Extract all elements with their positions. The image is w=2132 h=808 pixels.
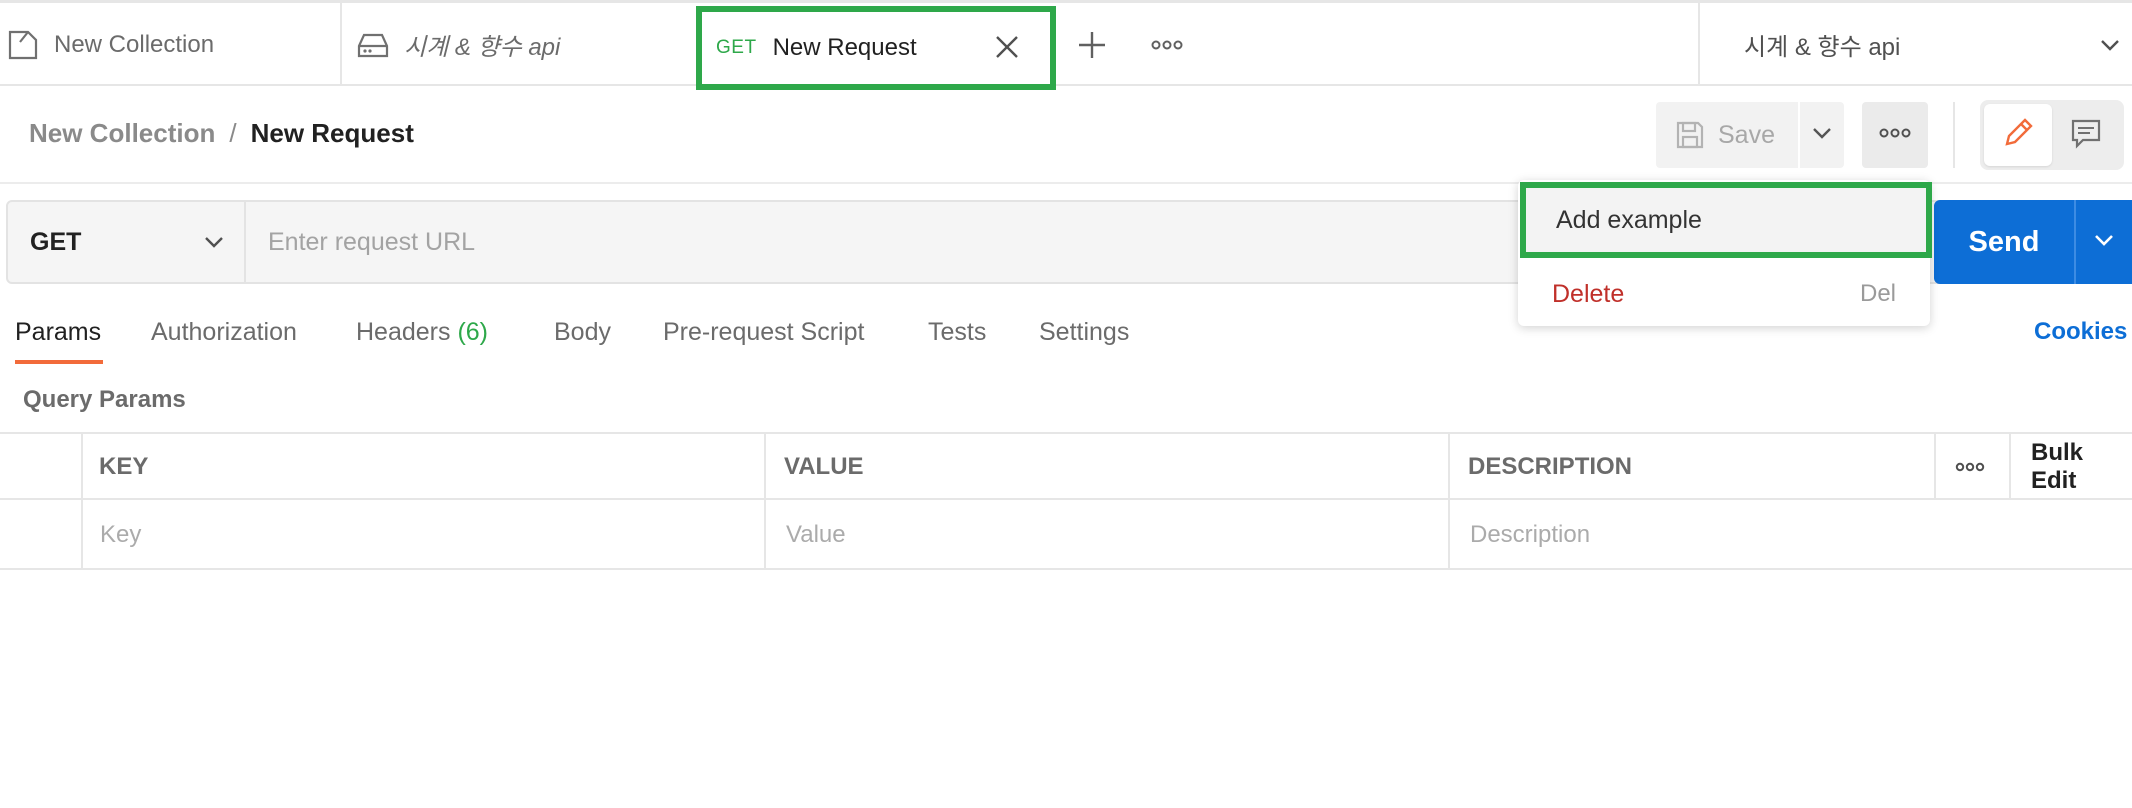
send-options-button[interactable] — [2074, 200, 2132, 284]
menu-item-add-example[interactable]: Add example — [1520, 182, 1932, 258]
param-description-input[interactable] — [1470, 502, 2110, 568]
save-button-group: Save — [1656, 102, 1844, 168]
method-select[interactable]: GET — [8, 202, 246, 282]
tab-tests[interactable]: Tests — [928, 318, 986, 347]
plus-icon[interactable] — [1076, 29, 1108, 61]
table-more-icon[interactable] — [1954, 434, 1988, 500]
toolbar-divider — [1953, 102, 1955, 168]
request-more-button[interactable] — [1862, 102, 1928, 168]
tab-label: New Request — [772, 34, 917, 61]
tab-settings[interactable]: Settings — [1039, 318, 1129, 347]
send-button-group: Send — [1934, 200, 2132, 284]
save-options-button[interactable] — [1798, 102, 1844, 168]
tab-label: New Collection — [54, 30, 215, 58]
tab-new-collection[interactable]: New Collection — [6, 3, 342, 86]
param-value-input[interactable] — [786, 502, 1426, 568]
bulk-edit-button[interactable]: Bulk Edit — [2031, 434, 2132, 500]
query-params-table: KEY VALUE DESCRIPTION Bulk Edit — [0, 432, 2132, 570]
tab-environment-api[interactable]: 시계 & 향수 api — [356, 3, 696, 86]
column-header-key: KEY — [99, 453, 149, 480]
method-value: GET — [30, 227, 82, 256]
collection-icon — [6, 28, 40, 62]
environment-icon — [356, 28, 390, 62]
chevron-down-icon — [202, 230, 226, 254]
tab-authorization[interactable]: Authorization — [151, 318, 297, 347]
breadcrumb-request[interactable]: New Request — [251, 118, 414, 149]
pencil-icon — [2001, 116, 2035, 155]
edit-mode-button[interactable] — [1984, 104, 2052, 166]
tab-params[interactable]: Params — [15, 318, 101, 347]
more-icon[interactable] — [1150, 35, 1184, 55]
save-icon — [1674, 119, 1706, 151]
menu-item-delete[interactable]: Delete Del — [1518, 266, 1930, 322]
query-params-title: Query Params — [23, 386, 186, 413]
view-mode-toggle — [1980, 100, 2124, 170]
active-tab-indicator — [15, 360, 103, 364]
environment-label: 시계 & 향수 api — [1744, 34, 1901, 61]
request-header: New Collection / New Request Save — [0, 86, 2132, 184]
table-row — [0, 502, 2132, 568]
cookies-link[interactable]: Cookies — [2034, 318, 2127, 346]
keyboard-shortcut: Del — [1859, 280, 1896, 307]
headers-count-badge: (6) — [457, 318, 489, 346]
tab-new-request[interactable]: GET New Request — [696, 6, 1056, 90]
chevron-down-icon — [1811, 122, 1833, 149]
environment-selector[interactable]: 시계 & 향수 api — [1698, 3, 2132, 86]
send-button[interactable]: Send — [1934, 200, 2074, 284]
comment-icon — [2069, 116, 2103, 155]
tab-body[interactable]: Body — [554, 318, 611, 347]
breadcrumb-separator: / — [229, 118, 237, 148]
table-header-row: KEY VALUE DESCRIPTION Bulk Edit — [0, 434, 2132, 500]
chevron-down-icon — [2093, 229, 2115, 256]
tab-headers-label: Headers — [356, 318, 451, 346]
param-key-input[interactable] — [100, 502, 740, 568]
save-button[interactable]: Save — [1656, 102, 1798, 168]
save-label: Save — [1718, 120, 1775, 149]
tab-headers[interactable]: Headers (6) — [356, 318, 488, 347]
more-icon — [1878, 123, 1912, 148]
postman-window: New Collection 시계 & 향수 api GET New Reque… — [0, 0, 2132, 808]
tab-method-badge: GET — [716, 37, 757, 58]
request-tab-bar: New Collection 시계 & 향수 api GET New Reque… — [0, 0, 2132, 90]
chevron-down-icon — [2098, 33, 2122, 57]
request-options-menu: Add example Delete Del — [1518, 180, 1932, 326]
close-icon[interactable] — [992, 32, 1022, 62]
breadcrumb-collection[interactable]: New Collection — [29, 118, 215, 149]
tab-pre-request-script[interactable]: Pre-request Script — [663, 318, 864, 347]
url-input[interactable] — [248, 202, 1518, 282]
column-header-description: DESCRIPTION — [1468, 453, 1633, 480]
comments-mode-button[interactable] — [2052, 104, 2120, 166]
column-header-value: VALUE — [784, 453, 864, 480]
breadcrumb: New Collection / New Request — [29, 118, 414, 149]
tab-label: 시계 & 향수 api — [404, 34, 561, 61]
menu-item-delete-label: Delete — [1552, 279, 1625, 308]
